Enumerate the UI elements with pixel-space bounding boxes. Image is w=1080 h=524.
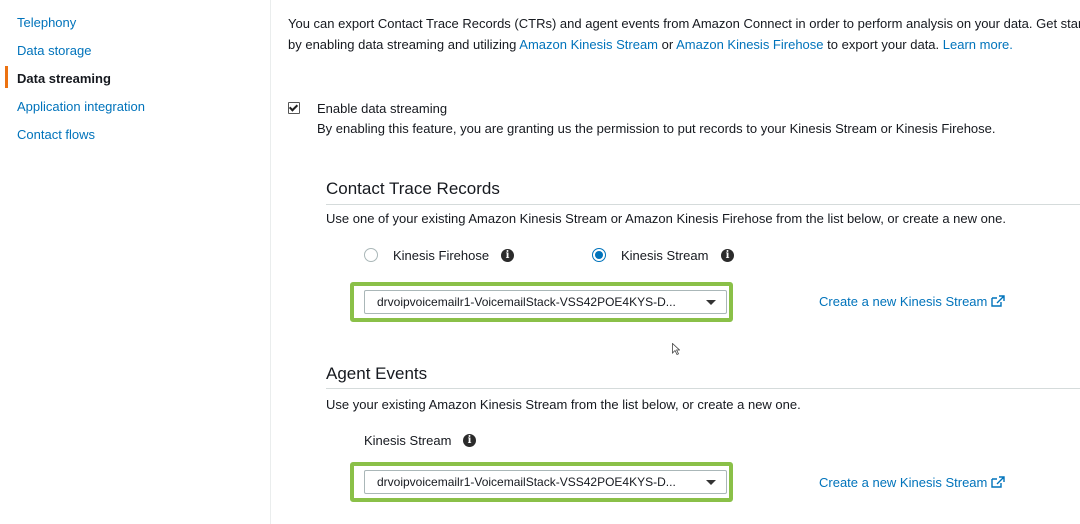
agent-kinesis-stream-select[interactable]: drvoipvoicemailr1-VoicemailStack-VSS42PO… — [364, 470, 727, 494]
kinesis-stream-link[interactable]: Amazon Kinesis Stream — [519, 37, 658, 52]
intro-line-2-prefix: by enabling data streaming and utilizing — [288, 37, 517, 52]
active-indicator — [5, 66, 8, 88]
ctr-section-description: Use one of your existing Amazon Kinesis … — [326, 211, 1006, 226]
mouse-cursor-icon — [672, 343, 680, 355]
sidebar-item-data-storage[interactable]: Data storage — [17, 43, 91, 58]
external-link-icon — [991, 295, 1006, 307]
agent-select-value: drvoipvoicemailr1-VoicemailStack-VSS42PO… — [377, 475, 676, 489]
ctr-select-value: drvoipvoicemailr1-VoicemailStack-VSS42PO… — [377, 295, 676, 309]
caret-down-icon — [706, 480, 716, 485]
agent-create-kinesis-stream-link[interactable]: Create a new Kinesis Stream — [819, 475, 1006, 490]
sidebar-item-contact-flows[interactable]: Contact flows — [17, 127, 95, 142]
agent-select-highlight: drvoipvoicemailr1-VoicemailStack-VSS42PO… — [350, 462, 733, 502]
sidebar-item-application-integration[interactable]: Application integration — [17, 99, 145, 114]
intro-line-2: by enabling data streaming and utilizing… — [288, 34, 1080, 55]
radio-kinesis-stream-label: Kinesis Stream — [621, 248, 709, 263]
radio-kinesis-firehose-label: Kinesis Firehose — [393, 248, 490, 263]
intro-line-2-suffix: to export your data. — [827, 37, 940, 52]
kinesis-firehose-link[interactable]: Amazon Kinesis Firehose — [676, 37, 823, 52]
sidebar-item-telephony[interactable]: Telephony — [17, 15, 76, 30]
ctr-section-divider — [326, 204, 1080, 205]
info-icon[interactable]: i — [501, 249, 514, 262]
radio-kinesis-firehose[interactable] — [364, 248, 378, 262]
ctr-create-kinesis-stream-link[interactable]: Create a new Kinesis Stream — [819, 294, 1006, 309]
radio-kinesis-stream[interactable] — [592, 248, 606, 262]
caret-down-icon — [706, 300, 716, 305]
ctr-kinesis-stream-select[interactable]: drvoipvoicemailr1-VoicemailStack-VSS42PO… — [364, 290, 727, 314]
learn-more-link[interactable]: Learn more. — [943, 37, 1013, 52]
ctr-section-title: Contact Trace Records — [326, 179, 500, 198]
info-icon[interactable]: i — [721, 249, 734, 262]
sidebar-item-data-streaming[interactable]: Data streaming — [17, 71, 111, 86]
ctr-select-highlight: drvoipvoicemailr1-VoicemailStack-VSS42PO… — [350, 282, 733, 322]
intro-line-1: You can export Contact Trace Records (CT… — [288, 16, 1080, 31]
agent-events-section-description: Use your existing Amazon Kinesis Stream … — [326, 397, 801, 412]
agent-events-section-divider — [326, 388, 1080, 389]
agent-events-section-title: Agent Events — [326, 364, 428, 383]
external-link-icon — [991, 476, 1006, 488]
info-icon[interactable]: i — [463, 434, 476, 447]
sidebar-nav: Telephony Data storage Data streaming Ap… — [0, 0, 271, 524]
enable-data-streaming-description: By enabling this feature, you are granti… — [317, 121, 996, 136]
agent-create-link-text: Create a new Kinesis Stream — [819, 475, 988, 490]
intro-text: You can export Contact Trace Records (CT… — [288, 13, 1080, 55]
agent-kinesis-stream-label: Kinesis Stream — [364, 433, 452, 448]
intro-or: or — [661, 37, 674, 52]
ctr-create-link-text: Create a new Kinesis Stream — [819, 294, 988, 309]
enable-data-streaming-checkbox[interactable] — [288, 102, 300, 114]
enable-data-streaming-label: Enable data streaming — [317, 101, 448, 116]
